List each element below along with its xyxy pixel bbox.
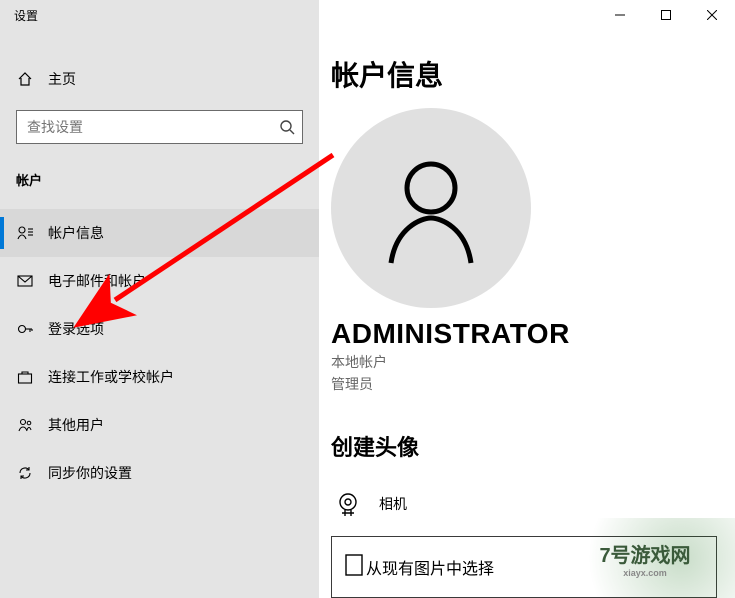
nav-item-sync[interactable]: 同步你的设置 — [0, 449, 319, 497]
camera-option[interactable]: 相机 — [331, 480, 735, 528]
browse-label: 从现有图片中选择 — [366, 555, 494, 579]
window-title-text: 设置 — [14, 7, 38, 24]
home-link[interactable]: 主页 — [0, 58, 319, 100]
search-icon — [279, 119, 295, 135]
create-avatar-heading: 创建头像 — [331, 430, 735, 462]
nav-item-email[interactable]: 电子邮件和帐户 — [0, 257, 319, 305]
camera-label: 相机 — [379, 494, 407, 514]
home-icon — [16, 71, 34, 87]
window-controls — [597, 0, 735, 30]
minimize-button[interactable] — [597, 0, 643, 30]
camera-icon — [331, 489, 365, 519]
nav-item-signin-options[interactable]: 登录选项 — [0, 305, 319, 353]
nav-item-other-users[interactable]: 其他用户 — [0, 401, 319, 449]
nav-item-work-school[interactable]: 连接工作或学校帐户 — [0, 353, 319, 401]
users-icon — [16, 417, 34, 433]
browse-option[interactable]: 从现有图片中选择 — [331, 536, 717, 598]
section-title: 帐户 — [0, 170, 319, 189]
key-icon — [16, 321, 34, 337]
search-box — [16, 110, 303, 144]
maximize-button[interactable] — [643, 0, 689, 30]
nav-list: 帐户信息 电子邮件和帐户 登录选项 连接工作或学校帐户 — [0, 209, 319, 497]
person-icon — [371, 148, 491, 268]
home-label: 主页 — [48, 69, 76, 89]
nav-label: 连接工作或学校帐户 — [48, 367, 174, 387]
nav-label: 同步你的设置 — [48, 463, 132, 483]
nav-label: 电子邮件和帐户 — [48, 271, 146, 291]
search-input[interactable] — [16, 110, 303, 144]
nav-item-account-info[interactable]: 帐户信息 — [0, 209, 319, 257]
close-button[interactable] — [689, 0, 735, 30]
sidebar: 设置 主页 帐户 帐户信息 — [0, 0, 319, 598]
username: ADMINISTRATOR — [331, 318, 735, 350]
sync-icon — [16, 465, 34, 481]
briefcase-icon — [16, 369, 34, 385]
page-title: 帐户信息 — [331, 54, 735, 94]
picture-icon — [342, 550, 366, 585]
nav-label: 帐户信息 — [48, 223, 104, 243]
account-type: 本地帐户 — [331, 352, 735, 372]
mail-icon — [16, 273, 34, 289]
avatar-placeholder — [331, 108, 531, 308]
account-info-icon — [16, 225, 34, 241]
account-role: 管理员 — [331, 374, 735, 394]
nav-label: 其他用户 — [48, 415, 104, 435]
window-title: 设置 — [0, 0, 319, 30]
content-area: 帐户信息 ADMINISTRATOR 本地帐户 管理员 创建头像 相机 从现有图… — [319, 0, 735, 598]
nav-label: 登录选项 — [48, 319, 104, 339]
